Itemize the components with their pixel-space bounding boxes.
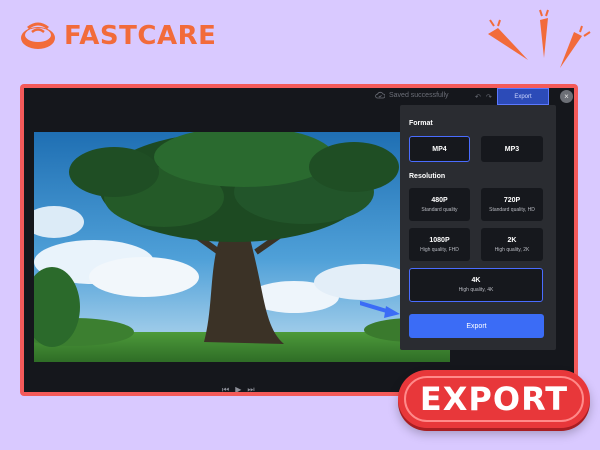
resolution-option-label: 4K (471, 277, 481, 284)
save-status-text: Saved successfully (389, 91, 449, 99)
format-option-label: MP3 (504, 145, 520, 153)
playback-controls: ⏮ ▶ ⏭ (222, 385, 255, 392)
editor-window: Saved successfully ↶ ↷ Export × ⏮ ▶ ⏭ Fo… (24, 88, 574, 392)
resolution-option-label: 480P (431, 196, 448, 204)
format-option-mp4[interactable]: MP4 (409, 136, 470, 162)
skip-forward-icon[interactable]: ⏭ (247, 385, 254, 392)
close-icon[interactable]: × (560, 90, 573, 103)
cloud-check-icon (375, 91, 385, 99)
resolution-option-label: 1080P (429, 236, 450, 244)
export-badge: EXPORT (398, 370, 590, 428)
undo-icon[interactable]: ↶ (475, 93, 481, 101)
export-panel: Format MP4 MP3 Resolution 480P Standard … (400, 105, 556, 350)
resolution-option-desc: High quality, 4K (458, 287, 494, 293)
resolution-label: Resolution (409, 173, 446, 180)
format-option-mp3[interactable]: MP3 (481, 136, 543, 162)
resolution-option-desc: Standard quality, HD (489, 206, 535, 213)
format-option-label: MP4 (432, 145, 447, 153)
carrot-decoration-icon (488, 9, 591, 68)
resolution-option-label: 2K (507, 236, 517, 244)
video-preview (34, 132, 450, 362)
export-button[interactable]: Export (409, 314, 544, 338)
skip-back-icon[interactable]: ⏮ (222, 385, 229, 392)
brand-logo-group: FASTCARE (18, 18, 216, 54)
resolution-option-label: 720P (503, 196, 521, 204)
play-icon[interactable]: ▶ (235, 385, 241, 392)
resolution-option-desc: High quality, FHD (420, 246, 459, 253)
resolution-option-desc: High quality, 2K (494, 246, 530, 253)
tree-landscape-image (34, 132, 450, 362)
brand-name: FASTCARE (64, 21, 217, 51)
export-top-button[interactable]: Export (497, 88, 549, 105)
resolution-option-4k[interactable]: 4K High quality, 4K (409, 268, 543, 302)
pointer-arrow-icon (360, 301, 400, 318)
resolution-option-480p[interactable]: 480P Standard quality (409, 188, 470, 221)
redo-icon[interactable]: ↷ (486, 93, 492, 101)
resolution-option-desc: Standard quality (421, 206, 458, 213)
save-status: Saved successfully (375, 91, 449, 99)
app-frame: Saved successfully ↶ ↷ Export × ⏮ ▶ ⏭ Fo… (20, 84, 578, 396)
badge-label: EXPORT (419, 380, 569, 418)
resolution-option-1080p[interactable]: 1080P High quality, FHD (409, 228, 470, 261)
fastcare-logo-icon (21, 22, 55, 49)
format-label: Format (409, 120, 433, 127)
resolution-option-720p[interactable]: 720P Standard quality, HD (481, 188, 543, 221)
resolution-option-2k[interactable]: 2K High quality, 2K (481, 228, 543, 261)
